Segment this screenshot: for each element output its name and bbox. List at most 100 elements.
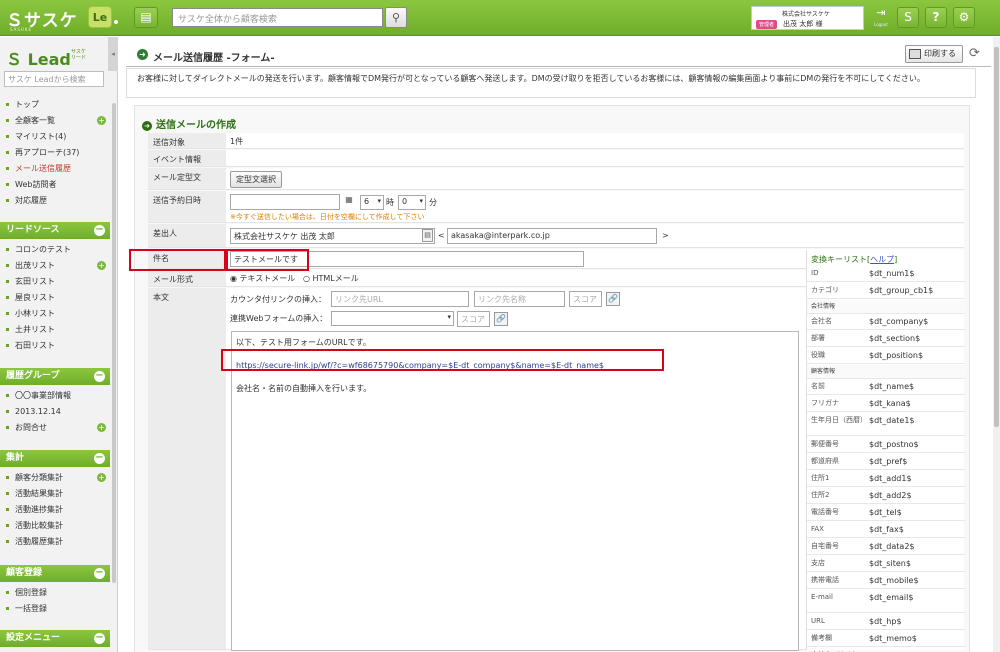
sidebar-item-response-history[interactable]: 対応履歴 — [0, 193, 110, 209]
sidebar-item-doi-list[interactable]: 土井リスト — [0, 322, 110, 338]
sidebar-item-idemo-list[interactable]: 出茂リスト + — [0, 258, 110, 274]
key-row[interactable]: 自宅番号 $dt_data2$ — [807, 539, 965, 555]
sidebar-collapse-toggle[interactable]: ◂ — [108, 37, 118, 71]
webform-score-input[interactable]: スコア — [457, 311, 490, 327]
key-row[interactable]: FAX $dt_fax$ — [807, 522, 965, 538]
search-button[interactable]: ⚲ — [385, 7, 407, 28]
keys-help-link[interactable]: ヘルプ — [870, 255, 894, 264]
key-row[interactable]: E-mail $dt_email$ — [807, 590, 965, 613]
print-button[interactable]: 印刷する — [905, 45, 963, 63]
sidebar-item-date-group[interactable]: 2013.12.14 — [0, 404, 110, 420]
sidebar-item-kobayashi-list[interactable]: 小林リスト — [0, 306, 110, 322]
lead-logo[interactable]: Ｓ Lead — [6, 46, 71, 70]
key-row[interactable]: 会社名（カナ）$dt_com_kana$ — [807, 648, 965, 652]
sidebar-header-lead-source[interactable]: リードソース − — [0, 222, 110, 239]
plus-icon[interactable]: + — [97, 423, 106, 432]
collapse-icon[interactable]: − — [94, 371, 105, 382]
sidebar-item-mail-history[interactable]: メール送信履歴 — [0, 161, 110, 177]
sidebar-item-bulk-reg[interactable]: 一括登録 — [0, 601, 110, 617]
sidebar-item-genda-list[interactable]: 玄田リスト — [0, 274, 110, 290]
global-search-input[interactable]: サスケ全体から顧客検索 — [172, 8, 383, 27]
user-company: 株式会社サスケケ — [782, 11, 830, 18]
plus-icon[interactable]: + — [97, 473, 106, 482]
sidebar-item-agg-progress[interactable]: 活動進捗集計 — [0, 502, 110, 518]
collapse-icon[interactable]: − — [94, 633, 105, 644]
link-insert-icon[interactable]: 🔗 — [606, 292, 620, 306]
link-url-input[interactable]: リンク先URL — [331, 291, 469, 307]
plus-icon[interactable]: + — [97, 116, 106, 125]
key-row[interactable]: URL $dt_hp$ — [807, 614, 965, 630]
chat-icon[interactable]: ▤ — [134, 7, 158, 28]
key-row[interactable]: カテゴリ $dt_group_cb1$ — [807, 283, 965, 299]
webform-select[interactable] — [331, 311, 454, 326]
sidebar-item-agg-compare[interactable]: 活動比較集計 — [0, 518, 110, 534]
key-row[interactable]: 支店 $dt_siten$ — [807, 556, 965, 572]
sidebar-scrollbar[interactable] — [112, 103, 116, 583]
key-row[interactable]: 電話番号 $dt_tel$ — [807, 505, 965, 521]
sidebar-item-agg-result[interactable]: 活動結果集計 — [0, 486, 110, 502]
key-row[interactable]: 役職 $dt_position$ — [807, 348, 965, 364]
key-row[interactable]: 住所1 $dt_add1$ — [807, 471, 965, 487]
hour-select[interactable]: 6 — [360, 195, 384, 210]
key-row[interactable]: 生年月日（西暦） $dt_date1$ — [807, 413, 965, 436]
sidebar-header-customer-reg[interactable]: 顧客登録 − — [0, 565, 110, 582]
webform-link-icon[interactable]: 🔗 — [494, 312, 508, 326]
sidebar-search-input[interactable]: サスケ Leadから検索 — [4, 71, 104, 87]
sidebar-item-division-info[interactable]: 〇〇事業部情報 — [0, 388, 110, 404]
key-row[interactable]: 都道府県 $dt_pref$ — [807, 454, 965, 470]
help-icon[interactable]: ? — [925, 7, 947, 28]
template-select-button[interactable]: 定型文選択 — [230, 171, 282, 188]
key-row[interactable]: 携帯電話 $dt_mobile$ — [807, 573, 965, 589]
refresh-icon[interactable]: ⟳ — [969, 46, 980, 61]
link-name-input[interactable]: リンク先名称 — [474, 291, 565, 307]
sidebar-item-reapproach[interactable]: 再アプローチ(37) — [0, 145, 110, 161]
key-row[interactable]: 会社名 $dt_company$ — [807, 314, 965, 330]
key-row[interactable]: 部署 $dt_section$ — [807, 331, 965, 347]
address-book-icon[interactable]: ▤ — [422, 229, 433, 242]
key-row[interactable]: ID $dt_num1$ — [807, 266, 965, 282]
key-row[interactable]: 名前 $dt_name$ — [807, 379, 965, 395]
page-scrollbar-thumb[interactable] — [994, 47, 999, 427]
sidebar-header-history-group[interactable]: 履歴グループ − — [0, 368, 110, 385]
sidebar-item-individual-reg[interactable]: 個別登録 — [0, 585, 110, 601]
sidebar-header-settings[interactable]: 設定メニュー − — [0, 630, 110, 647]
schedule-date-input[interactable] — [230, 194, 340, 210]
sender-email-input[interactable]: akasaka@interpark.co.jp — [447, 228, 657, 244]
le-badge[interactable]: Le — [88, 6, 112, 28]
collapse-icon[interactable]: − — [94, 225, 105, 236]
sidebar-item-top[interactable]: トップ — [0, 97, 110, 113]
plus-icon[interactable]: + — [97, 261, 106, 270]
collapse-icon[interactable]: − — [94, 453, 105, 464]
sidebar-item-mylist[interactable]: マイリスト(4) — [0, 129, 110, 145]
key-row[interactable]: 備考欄 $dt_memo$ — [807, 631, 965, 647]
calendar-icon[interactable]: ▦ — [342, 194, 356, 208]
sidebar-item-agg-customer[interactable]: 顧客分類集計 + — [0, 470, 110, 486]
radio-text-mail[interactable]: ◉ テキストメール — [230, 274, 295, 283]
minute-select[interactable]: 0 — [398, 195, 426, 210]
sender-name-input[interactable]: 株式会社サスケケ 出茂 太郎 — [230, 228, 435, 244]
sidebar-header-aggregate[interactable]: 集計 − — [0, 450, 110, 467]
sidebar-item-web-visitors[interactable]: Web訪問者 — [0, 177, 110, 193]
user-box[interactable]: 株式会社サスケケ 管理者 出茂 太郎 様 — [751, 6, 864, 30]
sidebar-item-label: 活動結果集計 — [15, 489, 63, 498]
score-input[interactable]: スコア — [569, 291, 602, 307]
email-open-bracket: < — [438, 231, 445, 240]
sasuke-s-button[interactable]: S — [897, 7, 919, 28]
sidebar-item-agg-history[interactable]: 活動履歴集計 — [0, 534, 110, 550]
key-row[interactable]: 住所2 $dt_add2$ — [807, 488, 965, 504]
sidebar-item-yara-list[interactable]: 屋良リスト — [0, 290, 110, 306]
collapse-icon[interactable]: − — [94, 568, 105, 579]
sidebar-item-ishida-list[interactable]: 石田リスト — [0, 338, 110, 354]
sidebar-item-colon-test[interactable]: コロンのテスト — [0, 242, 110, 258]
body-textarea[interactable]: 以下、テスト用フォームのURLです。 https://secure-link.j… — [231, 331, 799, 651]
gear-icon[interactable]: ⚙ — [953, 7, 975, 28]
key-row[interactable]: 郵便番号 $dt_postno$ — [807, 437, 965, 453]
radio-html-mail[interactable]: ○ HTMLメール — [303, 274, 359, 283]
sidebar-item-all-customers[interactable]: 全顧客一覧 + — [0, 113, 110, 129]
page-scrollbar[interactable] — [993, 37, 1000, 652]
logout-button[interactable]: ⇥ Logout — [871, 6, 891, 30]
target-value: 1件 — [230, 137, 244, 146]
sidebar-item-inquiry[interactable]: お問合せ + — [0, 420, 110, 436]
key-label: URL — [811, 617, 825, 625]
key-row[interactable]: フリガナ $dt_kana$ — [807, 396, 965, 412]
